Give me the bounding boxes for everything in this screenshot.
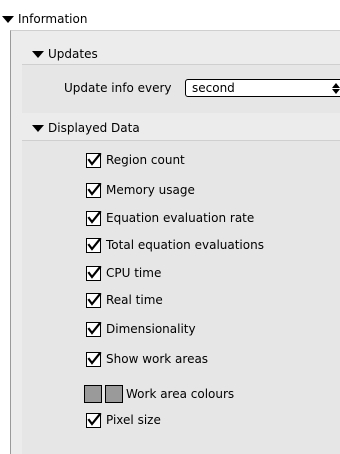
checkbox-label: CPU time — [106, 266, 162, 280]
checkbox-label: Equation evaluation rate — [106, 211, 255, 225]
checkmark-icon — [87, 182, 102, 196]
checkbox-label: Real time — [106, 293, 163, 307]
checkbox[interactable] — [86, 152, 102, 168]
pixel-size-label: Pixel size — [106, 413, 161, 427]
updates-label: Updates — [48, 47, 98, 61]
update-interval-value: second — [192, 81, 235, 95]
checkbox[interactable] — [86, 265, 102, 281]
update-info-row: Update info every — [64, 79, 172, 97]
checkmark-icon — [87, 351, 102, 365]
checkmark-icon — [87, 265, 102, 279]
checkmark-icon — [87, 152, 102, 166]
disclosure-triangle-icon[interactable] — [2, 15, 14, 23]
work-area-colour-swatch-2[interactable] — [105, 385, 123, 403]
checkbox[interactable] — [86, 210, 102, 226]
displayed-data-checkbox-row[interactable]: Total equation evaluations — [86, 236, 264, 254]
checkmark-icon — [87, 321, 102, 335]
update-info-label: Update info every — [64, 81, 172, 95]
work-area-colours-label: Work area colours — [126, 387, 235, 401]
checkbox[interactable] — [86, 292, 102, 308]
checkbox[interactable] — [86, 351, 102, 367]
displayed-data-label: Displayed Data — [48, 121, 140, 135]
checkmark-icon — [87, 210, 102, 224]
displayed-data-disclosure[interactable]: Displayed Data — [32, 118, 140, 138]
select-arrows-icon — [328, 82, 340, 94]
disclosure-triangle-icon[interactable] — [32, 124, 44, 132]
pixel-size-checkbox[interactable] — [86, 412, 102, 428]
displayed-data-checkbox-row[interactable]: Show work areas — [86, 350, 208, 368]
displayed-data-checkbox-row[interactable]: Dimensionality — [86, 320, 196, 338]
displayed-data-checkbox-row[interactable]: Equation evaluation rate — [86, 209, 254, 227]
checkmark-icon — [87, 412, 102, 426]
checkbox[interactable] — [86, 182, 102, 198]
displayed-data-checkbox-row[interactable]: Region count — [86, 151, 185, 169]
information-label: Information — [18, 12, 88, 26]
displayed-data-checkbox-row[interactable]: CPU time — [86, 264, 161, 282]
checkmark-icon — [87, 237, 102, 251]
work-area-colour-swatch-1[interactable] — [84, 385, 102, 403]
checkbox-label: Total equation evaluations — [106, 238, 264, 252]
checkbox-label: Show work areas — [106, 352, 209, 366]
information-disclosure[interactable]: Information — [2, 9, 87, 29]
displayed-data-checkbox-row[interactable]: Memory usage — [86, 181, 195, 199]
pixel-size-checkbox-row[interactable]: Pixel size — [86, 411, 161, 429]
work-area-colours-row: Work area colours — [84, 384, 234, 404]
checkbox[interactable] — [86, 321, 102, 337]
checkbox-label: Memory usage — [106, 183, 195, 197]
displayed-data-checkbox-row[interactable]: Real time — [86, 291, 163, 309]
checkbox-label: Region count — [106, 153, 185, 167]
disclosure-triangle-icon[interactable] — [32, 50, 44, 58]
checkbox-label: Dimensionality — [106, 322, 196, 336]
checkbox[interactable] — [86, 237, 102, 253]
update-interval-select[interactable]: second — [185, 79, 340, 97]
updates-disclosure[interactable]: Updates — [32, 44, 98, 64]
checkmark-icon — [87, 292, 102, 306]
